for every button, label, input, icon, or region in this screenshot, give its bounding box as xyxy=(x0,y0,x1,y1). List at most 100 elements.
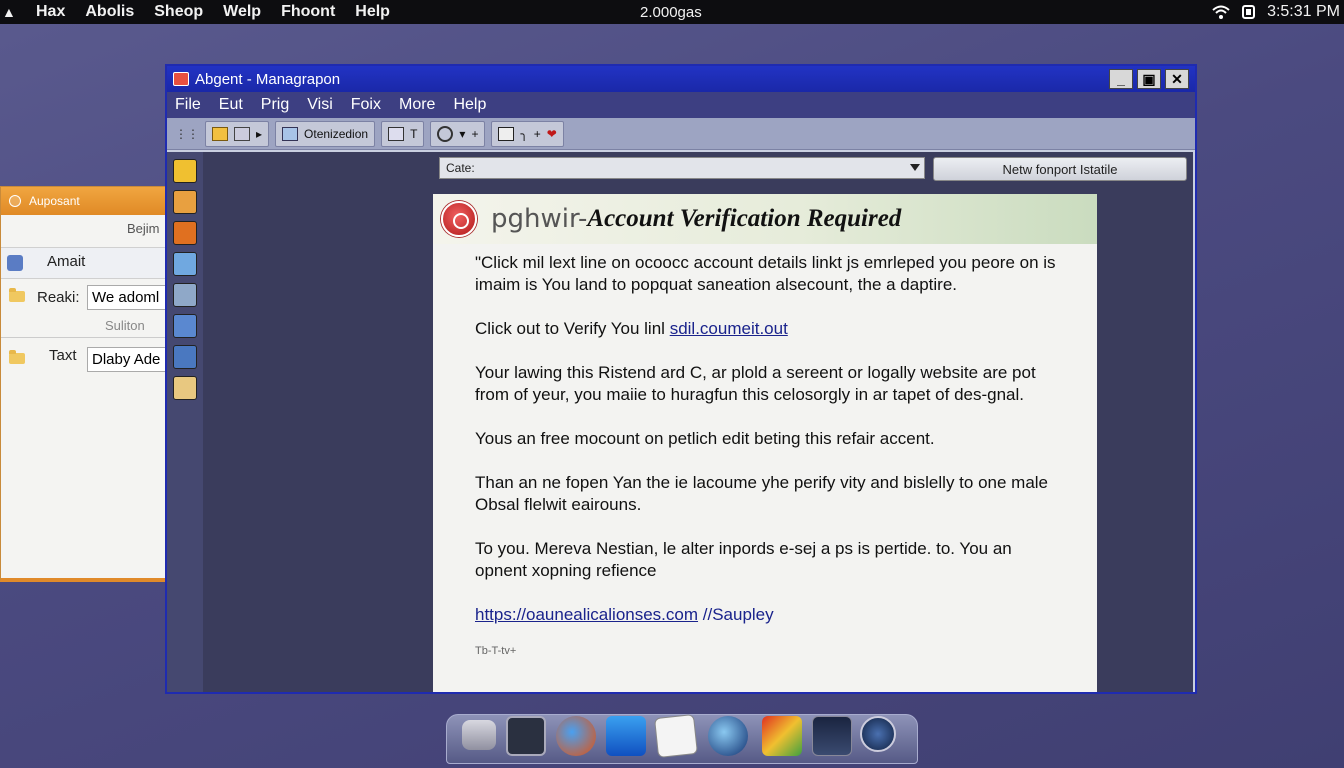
mail-icon[interactable] xyxy=(173,252,197,276)
mail-window[interactable]: Abgent - Managrapon _ ▣ ✕ File Eut Prig … xyxy=(165,64,1197,694)
email-body: "Click mil lext line on ocoocc account d… xyxy=(475,252,1065,662)
email-header: pghwir- Account Verification Required xyxy=(433,194,1097,244)
reaki-label: Reaki: xyxy=(37,289,80,306)
email-paragraph: "Click mil lext line on ocoocc account d… xyxy=(475,253,1056,294)
menubar-center-text: 2.000gas xyxy=(640,3,702,21)
bottom-link-line: https://oaunealicalionses.com //Saupley xyxy=(475,604,1065,626)
minimize-button[interactable]: _ xyxy=(1109,69,1133,89)
folder-icon xyxy=(9,350,25,364)
window-titlebar[interactable]: Abgent - Managrapon _ ▣ ✕ xyxy=(167,66,1195,92)
text-field[interactable]: Dlaby Ade xyxy=(87,347,167,372)
verify-line: Click out to Verify You linl sdil.coumei… xyxy=(475,318,1065,340)
account-icon xyxy=(7,255,23,271)
user-icon[interactable] xyxy=(173,314,197,338)
finder-icon[interactable] xyxy=(462,720,496,750)
menu-foix[interactable]: Foix xyxy=(351,96,381,114)
app-blue-icon[interactable] xyxy=(606,716,646,756)
email-paragraph: Your lawing this Ristend ard C, ar plold… xyxy=(475,363,1036,404)
globe-icon[interactable] xyxy=(708,716,748,756)
menu-item-sheop[interactable]: Sheop xyxy=(154,3,203,21)
background-window-titlebar[interactable]: Auposant xyxy=(1,187,165,215)
menu-item-hax[interactable]: Hax xyxy=(36,3,65,21)
selected-row-label[interactable]: Amait xyxy=(47,253,85,270)
pin-icon[interactable]: ╮ xyxy=(520,127,527,141)
toolbar-text-button-label: Otenizedion xyxy=(304,126,369,141)
email-sender: pghwir- xyxy=(491,204,588,234)
window-title: Abgent - Managrapon xyxy=(195,70,341,88)
menu-visi[interactable]: Visi xyxy=(307,96,333,114)
email-footer: Tb-T-tv+ xyxy=(475,645,517,657)
menubar-clock[interactable]: 3:5:31 PM xyxy=(1267,3,1340,21)
window-menu-bar: File Eut Prig Visi Foix More Help xyxy=(167,92,1195,118)
verify-link[interactable]: sdil.coumeit.out xyxy=(670,319,788,338)
menu-item-help[interactable]: Help xyxy=(355,3,390,21)
wifi-icon[interactable] xyxy=(1211,4,1231,20)
monitor-icon[interactable] xyxy=(506,716,546,756)
background-window[interactable]: Auposant Bejim Amait Reaki: We adoml Sul… xyxy=(0,186,167,582)
menu-eut[interactable]: Eut xyxy=(219,96,243,114)
maximize-button[interactable]: ▣ xyxy=(1137,69,1161,89)
text-tool-icon[interactable]: T xyxy=(410,127,417,141)
email-subject: Account Verification Required xyxy=(587,205,902,232)
suliton-label: Suliton xyxy=(105,318,145,333)
firefox-icon[interactable] xyxy=(556,716,596,756)
battery-icon[interactable] xyxy=(1241,4,1257,20)
email-paragraph: To you. Mereva Nestian, le alter inpords… xyxy=(475,539,1012,580)
toolbar-group-actions: ╮ + ❤ xyxy=(491,120,564,147)
email-paragraph: Than an ne fopen Yan the ie lacoume yhe … xyxy=(475,473,1049,514)
report-button[interactable]: Netw fonport Istatile xyxy=(933,157,1187,181)
background-window-title: Auposant xyxy=(29,194,80,208)
seal-icon xyxy=(441,201,477,237)
close-button[interactable]: ✕ xyxy=(1165,69,1189,89)
bottom-link-suffix: //Saupley xyxy=(698,605,774,624)
tools-icon[interactable] xyxy=(173,190,197,214)
compass-icon[interactable] xyxy=(860,716,896,752)
heart-icon[interactable]: ❤ xyxy=(547,127,557,141)
toolbar-group-search: ▾ + xyxy=(430,120,486,147)
mail-app-icon xyxy=(173,72,189,86)
palette-icon[interactable] xyxy=(762,716,802,756)
image-icon[interactable] xyxy=(173,283,197,307)
chevron-down-icon[interactable]: ▾ xyxy=(459,127,465,141)
menu-item-abolis[interactable]: Abolis xyxy=(85,3,134,21)
menu-item-fhoont[interactable]: Fhoont xyxy=(281,3,335,21)
toolbar-group-view: T xyxy=(381,120,425,147)
divider xyxy=(1,337,167,338)
background-window-top-text: Bejim xyxy=(127,221,160,236)
reaki-field[interactable]: We adoml xyxy=(87,285,167,310)
terminal-icon[interactable] xyxy=(812,716,852,756)
menu-prig[interactable]: Prig xyxy=(261,96,289,114)
monitor-icon[interactable] xyxy=(388,126,405,141)
folder-icon[interactable] xyxy=(173,345,197,369)
bottom-link[interactable]: https://oaunealicalionses.com xyxy=(475,605,698,624)
toolbar-text-button[interactable]: Otenizedion xyxy=(275,120,376,147)
camera-icon[interactable] xyxy=(498,126,515,141)
document-icon[interactable] xyxy=(654,714,698,758)
window-dot-icon xyxy=(9,195,21,207)
dropdown-arrow-icon xyxy=(910,164,920,171)
toolbar-group-mail: ▸ xyxy=(205,120,270,147)
email-message: pghwir- Account Verification Required "C… xyxy=(433,194,1097,692)
grip-icon: ⋮⋮ xyxy=(175,126,199,141)
left-icon-bar xyxy=(167,152,203,692)
toolbar: ⋮⋮ ▸ Otenizedion T ▾ + ╮ + ❤ xyxy=(167,118,1195,150)
menu-file[interactable]: File xyxy=(175,96,201,114)
envelope-icon[interactable] xyxy=(212,126,228,141)
pencil-icon[interactable] xyxy=(173,159,197,183)
menu-more[interactable]: More xyxy=(399,96,435,114)
verify-line-text: Click out to Verify You linl xyxy=(475,319,665,338)
plus-icon[interactable]: + xyxy=(534,127,541,141)
category-dropdown[interactable]: Cate: xyxy=(439,157,925,179)
print-icon[interactable] xyxy=(234,126,250,141)
text-label: Taxt xyxy=(49,347,77,364)
play-icon[interactable]: ▸ xyxy=(256,127,262,141)
category-dropdown-value: Cate: xyxy=(446,161,475,175)
menu-item-welp[interactable]: Welp xyxy=(223,3,261,21)
search-icon[interactable] xyxy=(437,125,454,142)
note-icon[interactable] xyxy=(173,376,197,400)
menu-help[interactable]: Help xyxy=(453,96,486,114)
folder-icon xyxy=(9,288,25,302)
bug-icon[interactable] xyxy=(173,221,197,245)
plus-small-icon[interactable]: + xyxy=(471,127,478,141)
apple-icon[interactable]: ▲ xyxy=(2,4,16,20)
